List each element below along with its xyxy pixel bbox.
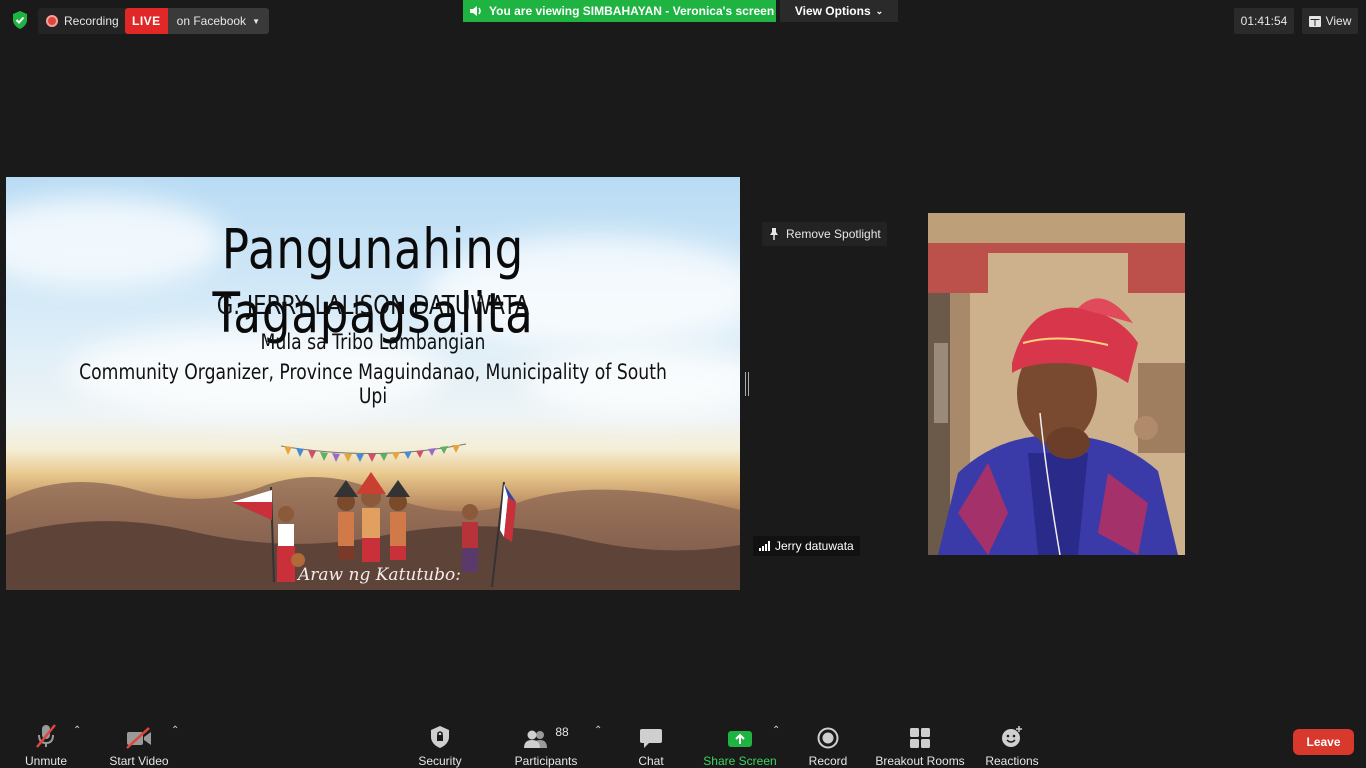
viewing-banner: You are viewing SIMBAHAYAN - Veronica's … [463, 0, 776, 22]
reactions-smiley-icon [1000, 719, 1024, 749]
unmute-label: Unmute [24, 754, 68, 768]
meeting-toolbar: Unmute ⌃ Start Video ⌃ Security 88 Parti… [0, 713, 1366, 768]
share-options-caret-icon[interactable]: ⌃ [772, 725, 780, 736]
encryption-shield-icon[interactable] [10, 10, 30, 30]
participants-button[interactable]: 88 Participants [512, 713, 580, 768]
slide-tribe: Mula sa Tribo Lambangian [260, 330, 486, 354]
caret-down-icon: ▼ [252, 16, 260, 26]
share-screen-button[interactable]: Share Screen [702, 713, 778, 768]
participants-icon [524, 730, 548, 748]
breakout-rooms-label: Breakout Rooms [875, 754, 965, 768]
security-shield-icon [429, 719, 451, 749]
leave-button[interactable]: Leave [1293, 729, 1354, 755]
record-icon [817, 719, 839, 749]
pin-icon [770, 228, 778, 240]
view-button[interactable]: View [1302, 8, 1358, 34]
chat-bubble-icon [639, 719, 663, 749]
unmute-button[interactable]: Unmute [22, 713, 70, 768]
slide-role: Community Organizer, Province Maguindana… [79, 360, 667, 408]
grid-view-icon [1308, 15, 1321, 27]
panel-resize-handle[interactable] [745, 372, 749, 396]
slide-title: Pangunahing Tagapagsalita [212, 217, 534, 345]
live-target-label: on Facebook [176, 14, 247, 28]
share-screen-arrow-icon [727, 719, 753, 749]
participant-video-feed [928, 213, 1185, 555]
slide-script-caption: Araw ng Katutubo: [298, 565, 461, 585]
viewing-banner-text: You are viewing SIMBAHAYAN - Veronica's … [489, 4, 775, 18]
participants-count: 88 [555, 725, 569, 739]
speaker-icon [470, 6, 481, 16]
record-label: Record [808, 754, 848, 768]
participant-video[interactable] [928, 213, 1185, 555]
participant-name: Jerry datuwata [775, 539, 854, 553]
participant-name-tag: Jerry datuwata [753, 536, 860, 556]
security-label: Security [418, 754, 462, 768]
breakout-rooms-button[interactable]: Breakout Rooms [874, 713, 966, 768]
reactions-label: Reactions [985, 754, 1039, 768]
chevron-down-icon: ⌄ [875, 5, 884, 16]
recording-label: Recording [64, 14, 119, 28]
signal-strength-icon [759, 541, 770, 551]
start-video-label: Start Video [109, 754, 169, 768]
chat-button[interactable]: Chat [632, 713, 670, 768]
video-off-icon [125, 719, 153, 749]
start-video-button[interactable]: Start Video [108, 713, 170, 768]
view-label: View [1325, 14, 1352, 28]
recording-dot-icon [46, 15, 58, 27]
share-screen-label: Share Screen [703, 754, 777, 768]
live-target-dropdown[interactable]: on Facebook ▼ [167, 8, 269, 34]
participants-options-caret-icon[interactable]: ⌃ [594, 725, 602, 736]
recording-indicator[interactable]: Recording [38, 8, 127, 34]
slide-speaker-name: G. JERRY LALISON DATUWATA [216, 291, 530, 321]
muted-microphone-icon [34, 719, 58, 749]
shared-screen[interactable]: Pangunahing Tagapagsalita G. JERRY LALIS… [6, 177, 740, 590]
reactions-button[interactable]: Reactions [984, 713, 1040, 768]
chat-label: Chat [638, 754, 664, 768]
breakout-rooms-icon [909, 719, 931, 749]
video-options-caret-icon[interactable]: ⌃ [171, 725, 179, 736]
record-button[interactable]: Record [806, 713, 850, 768]
audio-options-caret-icon[interactable]: ⌃ [73, 725, 81, 736]
remove-spotlight-button[interactable]: Remove Spotlight [762, 222, 887, 246]
live-badge: LIVE [125, 8, 168, 34]
participants-label: Participants [514, 754, 578, 768]
security-button[interactable]: Security [416, 713, 464, 768]
meeting-timer: 01:41:54 [1234, 8, 1294, 34]
live-stream-indicator[interactable]: LIVE on Facebook ▼ [125, 8, 269, 34]
view-options-label: View Options [794, 4, 871, 18]
remove-spotlight-label: Remove Spotlight [786, 227, 881, 241]
view-options-button[interactable]: View Options ⌄ [780, 0, 898, 22]
